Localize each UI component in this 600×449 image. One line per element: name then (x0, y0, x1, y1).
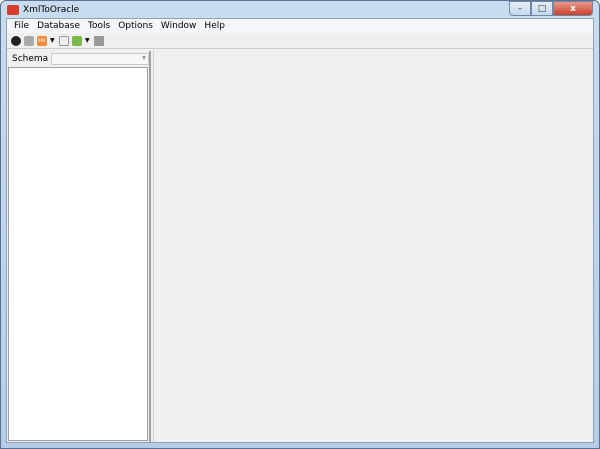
export-icon[interactable] (72, 35, 82, 46)
dropdown-arrow-icon[interactable]: ▼ (50, 37, 56, 44)
minimize-button[interactable]: – (509, 1, 531, 16)
app-icon (7, 5, 19, 15)
menu-window[interactable]: Window (157, 21, 201, 31)
toolbar: XML ▼ ▼ (7, 33, 593, 49)
schema-tree[interactable] (8, 67, 148, 441)
stop-icon[interactable] (94, 35, 104, 46)
menu-bar: File Database Tools Options Window Help (7, 19, 593, 33)
dropdown-arrow-icon[interactable]: ▼ (85, 37, 91, 44)
import-icon[interactable] (59, 35, 69, 46)
menu-database[interactable]: Database (33, 21, 84, 31)
window-title: XmlToOracle (23, 5, 80, 15)
menu-options[interactable]: Options (114, 21, 157, 31)
disconnect-icon[interactable] (24, 35, 34, 46)
menu-file[interactable]: File (10, 21, 33, 31)
close-button[interactable]: x (553, 1, 593, 16)
app-window: XmlToOracle – □ x File Database Tools Op… (0, 0, 600, 449)
client-area: File Database Tools Options Window Help … (6, 18, 594, 443)
maximize-button[interactable]: □ (531, 1, 553, 16)
xml-icon[interactable]: XML (37, 35, 47, 46)
menu-tools[interactable]: Tools (84, 21, 114, 31)
schema-label: Schema (12, 54, 49, 64)
workspace-area (153, 51, 593, 442)
schema-panel: Schema (7, 51, 151, 442)
connect-icon[interactable] (11, 35, 21, 46)
title-bar: XmlToOracle (7, 3, 79, 17)
schema-select[interactable] (51, 53, 149, 65)
menu-help[interactable]: Help (200, 21, 229, 31)
